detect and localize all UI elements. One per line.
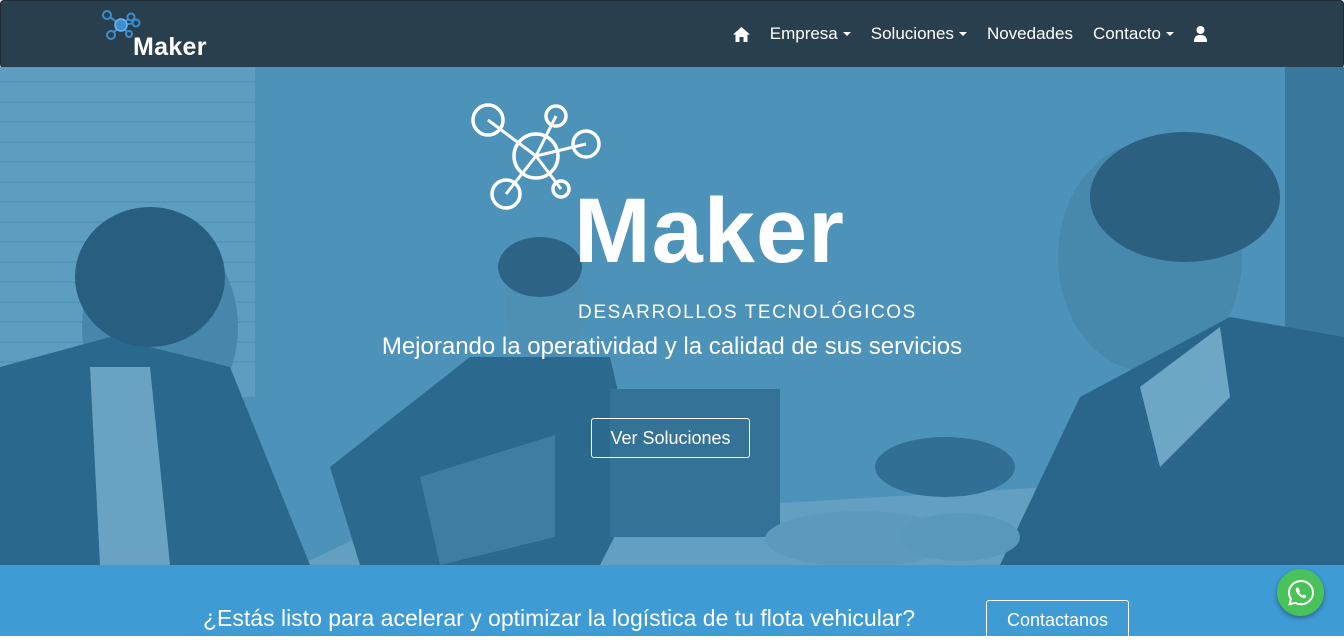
hero-logo: Maker DESARROLLOS TECNOLÓGICOS [468, 100, 915, 323]
hero-logo-subtitle: DESARROLLOS TECNOLÓGICOS [578, 302, 917, 323]
contactanos-button[interactable]: Contactanos [986, 600, 1129, 640]
whatsapp-icon [1287, 579, 1314, 606]
chevron-down-icon [1166, 32, 1174, 36]
top-navbar: Maker Empresa Soluciones Novedades Conta… [0, 0, 1344, 68]
nav-empresa[interactable]: Empresa [760, 1, 861, 67]
ver-soluciones-button[interactable]: Ver Soluciones [591, 418, 750, 458]
brand-logo[interactable]: Maker [101, 9, 231, 61]
whatsapp-button[interactable] [1277, 569, 1324, 616]
nav-novedades[interactable]: Novedades [977, 1, 1083, 67]
chevron-down-icon [842, 32, 851, 36]
nav-soluciones[interactable]: Soluciones [861, 1, 977, 67]
nav-soluciones-label: Soluciones [870, 24, 954, 43]
hero-tagline: Mejorando la operatividad y la calidad d… [381, 333, 963, 360]
home-icon [732, 26, 750, 42]
brand-name: Maker [133, 33, 207, 61]
hero-section: Maker DESARROLLOS TECNOLÓGICOS Mejorando… [0, 67, 1344, 565]
nav-empresa-label: Empresa [769, 24, 838, 43]
chevron-down-icon [958, 32, 967, 36]
main-nav: Empresa Soluciones Novedades Contacto [723, 1, 1217, 67]
hero-logo-word: Maker [574, 180, 845, 282]
nav-contacto-label: Contacto [1092, 24, 1161, 43]
nav-user[interactable] [1184, 1, 1217, 67]
nav-contacto[interactable]: Contacto [1083, 1, 1184, 67]
user-icon [1194, 26, 1207, 42]
cta-bar: ¿Estás listo para acelerar y optimizar l… [0, 565, 1344, 640]
cta-text: ¿Estás listo para acelerar y optimizar l… [203, 605, 916, 631]
nav-novedades-label: Novedades [986, 24, 1073, 43]
nav-home[interactable] [723, 1, 760, 67]
